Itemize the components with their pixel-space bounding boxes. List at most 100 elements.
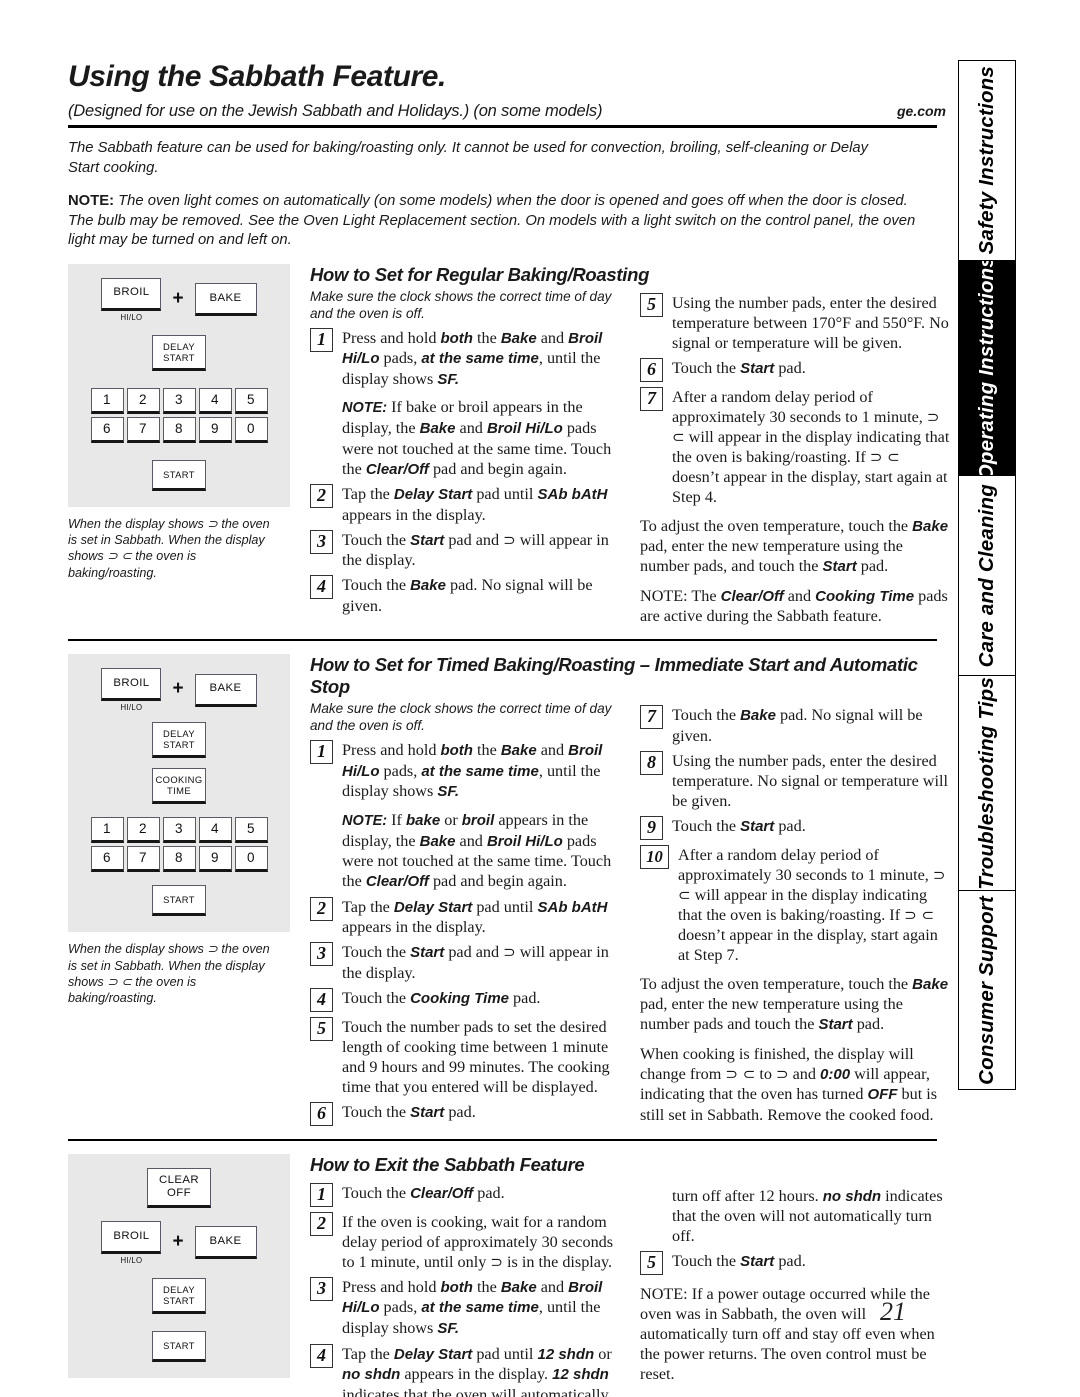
section-1-left-column: Make sure the clock shows the correct ti… [310, 288, 620, 627]
clear-off-key-line1: CLEAR [159, 1173, 199, 1186]
number-pad-row-1: 1 2 3 4 5 [90, 817, 268, 844]
panel-caption: When the display shows ⊃ the oven is set… [68, 942, 270, 1006]
step-item: 3 Press and hold both the Bake and Broil … [310, 1276, 620, 1339]
page-number: 21 [880, 1297, 906, 1326]
number-key-5[interactable]: 5 [234, 817, 268, 844]
broil-bake-row: BROIL HI/LO + BAKE [101, 668, 257, 713]
section-1-heading: How to Set for Regular Baking/Roasting [310, 263, 650, 285]
number-key-2[interactable]: 2 [126, 817, 160, 844]
number-key-7[interactable]: 7 [126, 416, 160, 443]
step-text: If the oven is cooking, wait for a rando… [342, 1212, 614, 1271]
number-key-6[interactable]: 6 [90, 416, 124, 443]
sidebar-tab-safety-instructions[interactable]: Safety Instructions [958, 60, 1016, 260]
section-1-right-column: 5 Using the number pads, enter the desire… [640, 288, 950, 627]
delay-start-key[interactable]: DELAY START [152, 722, 206, 759]
step-number: 3 [310, 1276, 333, 1301]
hi-lo-label: HI/LO [120, 703, 143, 713]
manual-page: Safety Instructions Operating Instructio… [0, 0, 1080, 1397]
clear-off-key[interactable]: CLEAR OFF [147, 1167, 211, 1208]
step-text: Touch the Start pad and ⊃ will appear in… [342, 530, 609, 570]
step-number: 1 [310, 1182, 333, 1207]
number-key-1[interactable]: 1 [90, 387, 124, 414]
number-key-1[interactable]: 1 [90, 817, 124, 844]
control-panel-diagram-2: BROIL HI/LO + BAKE DELAY START COOKING T… [68, 654, 290, 1126]
oven-control-panel: BROIL HI/LO + BAKE DELAY START [68, 654, 290, 933]
step-text: NOTE: If bake or broil appears in the di… [342, 398, 612, 478]
step-item: turn off after 12 hours. no shdn indicat… [672, 1186, 950, 1247]
step-number: 8 [640, 750, 663, 775]
cooking-time-key[interactable]: COOKING TIME [152, 768, 206, 805]
number-key-4[interactable]: 4 [198, 817, 232, 844]
header-divider [68, 125, 937, 128]
sidebar-tab-label: Safety Instructions [975, 66, 998, 255]
delay-start-key-line1: DELAY [162, 728, 196, 740]
number-key-6[interactable]: 6 [90, 846, 124, 873]
step-text: Tap the Delay Start pad until SAb bAtH a… [342, 897, 608, 937]
broil-key[interactable]: BROIL [101, 1220, 162, 1254]
number-key-5[interactable]: 5 [234, 387, 268, 414]
delay-start-key-line1: DELAY [162, 340, 196, 352]
bake-key-label: BAKE [209, 682, 242, 695]
sidebar-tab-care-and-cleaning[interactable]: Care and Cleaning [958, 475, 1016, 675]
step-text: Touch the number pads to set the desired… [342, 1017, 610, 1096]
number-key-8[interactable]: 8 [162, 416, 196, 443]
intro-note: NOTE: The oven light comes on automatica… [68, 192, 930, 251]
number-key-9[interactable]: 9 [198, 416, 232, 443]
plus-icon: + [172, 678, 184, 700]
number-key-9[interactable]: 9 [198, 846, 232, 873]
section-1-steps-right: 5 Using the number pads, enter the desire… [640, 292, 950, 507]
bake-key[interactable]: BAKE [194, 283, 257, 317]
broil-key-label: BROIL [113, 286, 150, 299]
number-key-0[interactable]: 0 [234, 846, 268, 873]
bake-key[interactable]: BAKE [194, 673, 257, 707]
bake-key[interactable]: BAKE [194, 1226, 257, 1260]
sidebar-tab-operating-instructions[interactable]: Operating Instructions [958, 260, 1016, 475]
step-item: 3 Touch the Start pad and ⊃ will appear i… [310, 529, 620, 571]
delay-start-key[interactable]: DELAY START [152, 1277, 206, 1314]
note-label: NOTE: [68, 193, 115, 210]
number-key-3[interactable]: 3 [162, 387, 196, 414]
number-key-0[interactable]: 0 [234, 416, 268, 443]
number-key-3[interactable]: 3 [162, 817, 196, 844]
step-item: NOTE: If bake or broil appears in the di… [342, 810, 620, 892]
sidebar-tab-troubleshooting-tips[interactable]: Troubleshooting Tips [958, 675, 1016, 890]
broil-key[interactable]: BROIL [101, 277, 162, 311]
step-number: 2 [310, 484, 333, 509]
broil-key[interactable]: BROIL [101, 668, 162, 702]
start-key[interactable]: START [152, 885, 206, 917]
section-2-text: How to Set for Timed Baking/Roasting – I… [290, 654, 950, 1126]
number-key-2[interactable]: 2 [126, 387, 160, 414]
intro-paragraph: The Sabbath feature can be used for baki… [68, 140, 869, 176]
step-item: NOTE: If bake or broil appears in the di… [342, 397, 620, 479]
number-key-7[interactable]: 7 [126, 846, 160, 873]
broil-key-group: BROIL HI/LO [101, 277, 162, 322]
broil-bake-row: BROIL HI/LO + BAKE [101, 277, 257, 322]
sidebar-tab-consumer-support[interactable]: Consumer Support [958, 890, 1016, 1090]
step-item: 2 If the oven is cooking, wait for a rand… [310, 1211, 620, 1272]
clear-off-key-line2: OFF [167, 1186, 191, 1199]
section-1-adjust-paragraph: To adjust the oven temperature, touch th… [640, 516, 949, 576]
step-text: Touch the Bake pad. No signal will be gi… [672, 706, 923, 745]
step-text: Press and hold both the Bake and Broil H… [342, 741, 603, 801]
number-pad-row-2: 6 7 8 9 0 [90, 846, 268, 873]
number-key-4[interactable]: 4 [198, 387, 232, 414]
step-text: Touch the Start pad and ⊃ will appear in… [342, 943, 609, 982]
section-3-left-column: 1 Touch the Clear/Off pad. 2 If the oven is… [310, 1178, 620, 1397]
delay-start-key[interactable]: DELAY START [152, 334, 206, 371]
step-item: 5 Touch the Start pad. [640, 1251, 950, 1276]
step-item: 7 After a random delay period of approxim… [640, 386, 950, 507]
broil-key-group: BROIL HI/LO [101, 668, 162, 713]
step-text: After a random delay period of approxima… [672, 387, 950, 506]
ge-website-label: ge.com [896, 103, 946, 119]
control-panel-diagram-3: CLEAR OFF BROIL HI/LO + BAKE DELAY START… [68, 1153, 290, 1397]
hi-lo-label: HI/LO [120, 312, 143, 322]
start-key[interactable]: START [152, 459, 206, 491]
step-item: 9 Touch the Start pad. [640, 815, 950, 840]
section-2-left-column: Make sure the clock shows the correct ti… [310, 700, 620, 1126]
start-key[interactable]: START [152, 1330, 206, 1362]
number-key-8[interactable]: 8 [162, 846, 196, 873]
step-text: Using the number pads, enter the desired… [672, 293, 949, 352]
step-number: 7 [640, 705, 663, 730]
sidebar-tab-label: Operating Instructions [975, 260, 998, 475]
delay-start-key-line2: START [163, 1294, 195, 1306]
